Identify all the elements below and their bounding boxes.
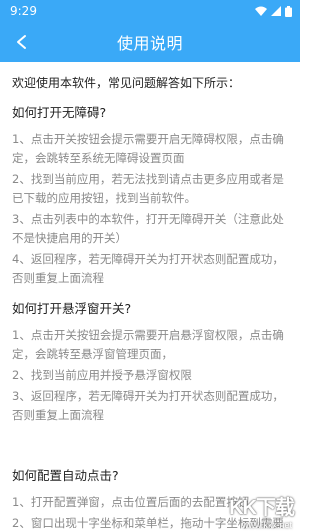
status-bar: 9:29: [0, 0, 300, 22]
battery-icon: [285, 5, 292, 17]
chevron-left-icon: [17, 35, 26, 49]
step-text: 2、找到当前应用并授予悬浮窗权限: [12, 368, 192, 382]
status-time: 9:29: [10, 4, 37, 18]
help-content[interactable]: 欢迎使用本软件，常见问题解答如下所示： 如何打开无障碍? 1、点击开关按钮会提示…: [0, 62, 300, 532]
signal-icon: [271, 6, 281, 16]
section-accessibility: 如何打开无障碍? 1、点击开关按钮会提示需要开启无障碍权限，点击确定，会跳转至系…: [12, 104, 288, 288]
section-title: 如何打开无障碍?: [12, 105, 107, 120]
step-text: 1、点击开关按钮会提示需要开启悬浮窗权限，点击确定，会跳转至悬浮窗管理页面，: [12, 328, 284, 361]
section-title: 如何配置自动点击?: [12, 468, 119, 483]
section-floating-window: 如何打开悬浮窗开关? 1、点击开关按钮会提示需要开启悬浮窗权限，点击确定，会跳转…: [12, 300, 288, 425]
step-text: 1、打开配置弹窗，点击位置后面的去配置按钮: [12, 495, 250, 509]
section-title: 如何打开悬浮窗开关?: [12, 301, 132, 316]
step-text: 2、找到当前应用，若无法找到请点击更多应用或者是已下载的应用按钮，找到当前软件。: [12, 172, 284, 205]
back-button[interactable]: [8, 28, 36, 56]
app-bar: 使用说明: [0, 22, 300, 62]
watermark-url: www.kkx.net: [241, 520, 292, 530]
step-text: 3、点击列表中的本软件，打开无障碍开关（注意此处不是快捷启用的开关）: [12, 212, 284, 245]
intro-text: 欢迎使用本软件，常见问题解答如下所示：: [12, 76, 241, 90]
status-icons: [255, 5, 292, 17]
step-text: 3、返回程序，若无障碍开关为打开状态则配置成功，否则重复上面流程: [12, 389, 284, 422]
step-text: 4、返回程序，若无障碍开关为打开状态则配置成功，否则重复上面流程: [12, 252, 284, 285]
page-title: 使用说明: [116, 34, 183, 53]
wifi-icon: [255, 6, 267, 16]
step-text: 1、点击开关按钮会提示需要开启无障碍权限，点击确定，会跳转至系统无障碍设置页面: [12, 132, 284, 165]
